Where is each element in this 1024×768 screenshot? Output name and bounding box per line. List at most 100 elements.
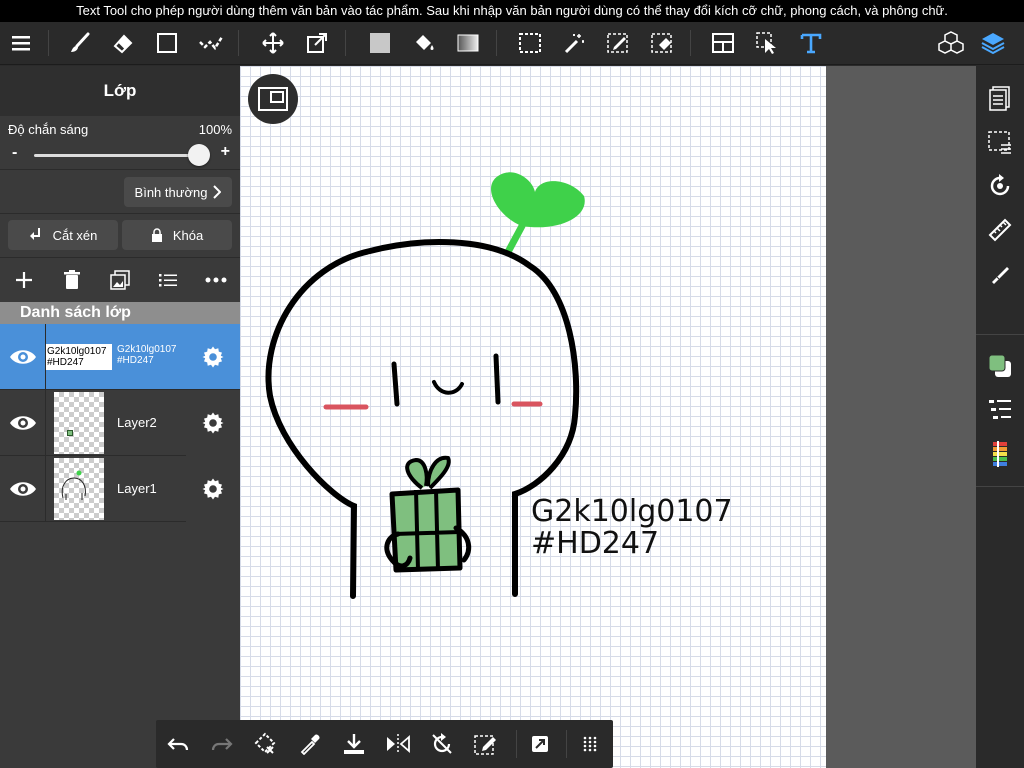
selection-check-icon[interactable] <box>195 27 227 59</box>
selection-pen-icon[interactable] <box>602 27 634 59</box>
layer-thumbnail-text: G2k10lg0107 #HD247 <box>47 346 107 368</box>
character-drawing <box>265 172 585 599</box>
magic-wand-icon[interactable] <box>558 27 590 59</box>
gear-icon[interactable] <box>186 456 240 522</box>
layer-thumbnail: G2k10lg0107 #HD247 <box>46 344 112 370</box>
bottom-toolbar <box>156 720 613 768</box>
brush-list-icon[interactable] <box>984 394 1016 426</box>
toolbar-separator <box>566 730 567 758</box>
clip-lock-row: Cắt xén Khóa <box>0 214 240 258</box>
opacity-value: 100% <box>198 122 232 137</box>
selection-clear-icon[interactable] <box>250 728 282 760</box>
toolbar-separator <box>345 30 346 56</box>
blend-mode-row: Bình thường <box>0 170 240 214</box>
pen-settings-icon[interactable] <box>984 258 1016 290</box>
top-toolbar <box>0 22 1024 65</box>
color-swatch-icon[interactable] <box>984 350 1016 382</box>
layer-name: Layer2 <box>117 415 157 430</box>
layer-thumbnail <box>54 458 104 520</box>
toolbar-separator <box>976 486 1024 487</box>
edit-selection-icon[interactable] <box>470 728 502 760</box>
square-icon[interactable] <box>151 27 183 59</box>
app-root: Text Tool cho phép người dùng thêm văn b… <box>0 0 1024 768</box>
chevron-right-icon <box>213 185 222 199</box>
layer-row-layer1[interactable]: Layer1 <box>0 456 240 522</box>
bucket-icon[interactable] <box>408 27 440 59</box>
marquee-select-icon[interactable] <box>514 27 546 59</box>
menu-icon[interactable] <box>6 27 38 59</box>
fill-color-icon[interactable] <box>364 27 396 59</box>
text-tool-icon[interactable] <box>795 27 827 59</box>
gear-icon[interactable] <box>186 390 240 456</box>
layers-icon[interactable] <box>977 27 1009 59</box>
canvas-text-object[interactable]: G2k10lg0107 #HD247 <box>531 496 733 560</box>
toolbar-separator <box>496 30 497 56</box>
tooltip-caption: Text Tool cho phép người dùng thêm văn b… <box>0 0 1024 22</box>
drawing-paper[interactable]: G2k10lg0107 #HD247 <box>240 66 826 768</box>
layer-panel-title: Lớp <box>0 66 240 116</box>
visibility-eye-icon[interactable] <box>0 456 46 522</box>
blend-mode-label: Bình thường <box>134 184 208 200</box>
more-options-icon[interactable] <box>202 266 230 294</box>
opacity-decrease-button[interactable]: - <box>12 144 17 162</box>
opacity-increase-button[interactable]: + <box>221 143 230 161</box>
navigator-button[interactable] <box>248 74 298 124</box>
opacity-slider-knob[interactable] <box>188 144 210 166</box>
add-layer-icon[interactable] <box>10 266 38 294</box>
rotate-reset-icon[interactable] <box>426 728 458 760</box>
operation-icon[interactable] <box>751 27 783 59</box>
share-icon[interactable] <box>524 728 556 760</box>
visibility-eye-icon[interactable] <box>0 390 46 456</box>
redo-icon[interactable] <box>206 728 238 760</box>
opacity-label: Độ chắn sáng <box>8 122 89 137</box>
grid-dots-icon[interactable] <box>574 728 606 760</box>
toolbar-separator <box>48 30 49 56</box>
flip-horizontal-icon[interactable] <box>382 728 414 760</box>
clip-arrow-icon <box>29 228 40 240</box>
layer-image-icon[interactable] <box>106 266 134 294</box>
gradient-icon[interactable] <box>452 27 484 59</box>
eraser-icon[interactable] <box>107 27 139 59</box>
eyedropper-icon[interactable] <box>294 728 326 760</box>
toolbar-separator <box>976 334 1024 335</box>
lock-button[interactable]: Khóa <box>122 220 232 250</box>
layer-name: Layer1 <box>117 481 157 496</box>
layer-thumbnail <box>54 392 104 454</box>
transform-icon[interactable] <box>301 27 333 59</box>
layer-name: G2k10lg0107 #HD247 <box>117 344 177 366</box>
lock-label: Khóa <box>172 227 204 243</box>
blend-mode-button[interactable]: Bình thường <box>124 177 232 207</box>
opacity-control: Độ chắn sáng 100% - + <box>0 116 240 170</box>
toolbar-separator <box>516 730 517 758</box>
page-manager-icon[interactable] <box>984 82 1016 114</box>
clipping-button[interactable]: Cắt xén <box>8 220 118 250</box>
color-palette-icon[interactable] <box>984 438 1016 470</box>
undo-icon[interactable] <box>162 728 194 760</box>
layer-list-header: Danh sách lớp <box>0 302 240 324</box>
right-side-toolbar <box>976 66 1024 768</box>
clipping-label: Cắt xén <box>52 227 98 243</box>
layer-actions-bar <box>0 258 240 302</box>
selection-panel-icon[interactable] <box>984 126 1016 158</box>
layer-row-text[interactable]: G2k10lg0107 #HD247 G2k10lg0107 #HD247 <box>0 324 240 390</box>
lock-icon <box>151 228 162 242</box>
brush-icon[interactable] <box>64 27 96 59</box>
materials-icon[interactable] <box>935 27 967 59</box>
navigator-icon <box>258 87 288 111</box>
visibility-eye-icon[interactable] <box>0 324 46 390</box>
toolbar-separator <box>690 30 691 56</box>
selection-eraser-icon[interactable] <box>646 27 678 59</box>
toolbar-separator <box>238 30 239 56</box>
save-download-icon[interactable] <box>338 728 370 760</box>
canvas-area[interactable]: G2k10lg0107 #HD247 <box>240 66 976 768</box>
delete-layer-icon[interactable] <box>58 266 86 294</box>
move-icon[interactable] <box>257 27 289 59</box>
layer-list-icon[interactable] <box>154 266 182 294</box>
layer-panel: Lớp Độ chắn sáng 100% - + Bình thường Cắ… <box>0 66 240 768</box>
frame-divider-icon[interactable] <box>707 27 739 59</box>
layer-row-layer2[interactable]: Layer2 <box>0 390 240 456</box>
opacity-slider-track[interactable] <box>34 154 204 157</box>
ruler-icon[interactable] <box>984 214 1016 246</box>
rotate-canvas-icon[interactable] <box>984 170 1016 202</box>
gear-icon[interactable] <box>186 324 240 390</box>
